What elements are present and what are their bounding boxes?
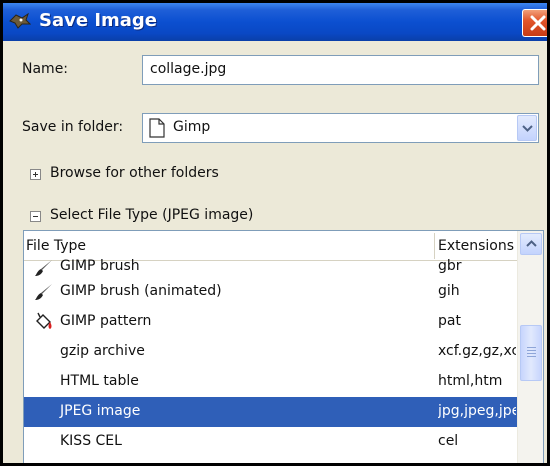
grip-line	[527, 347, 536, 348]
column-header-extensions[interactable]: Extensions	[438, 238, 514, 254]
paintbrush-icon	[34, 282, 54, 302]
file-type-extensions: xcf.gz,gz,xcfgz	[438, 343, 516, 359]
list-item[interactable]: GIMP brush (animated) gih	[24, 277, 517, 307]
scrollbar-thumb[interactable]	[520, 325, 542, 381]
grip-line	[527, 350, 536, 351]
file-type-name: GIMP pattern	[60, 313, 152, 329]
file-type-name: JPEG image	[60, 403, 141, 419]
file-type-extensions: gbr	[438, 258, 462, 274]
column-header-file-type[interactable]: File Type	[26, 238, 86, 254]
file-type-rows: GIMP brush gbr GIMP brush (animated) gih…	[24, 258, 517, 457]
gimp-wilber-icon	[9, 12, 32, 30]
file-type-extensions: pat	[438, 313, 461, 329]
filename-input[interactable]: collage.jpg	[142, 55, 539, 85]
list-item[interactable]: GIMP brush gbr	[24, 258, 517, 278]
folder-icon	[149, 118, 165, 138]
bucket-fill-icon	[34, 312, 54, 332]
folder-dropdown-button[interactable]	[517, 115, 537, 141]
file-type-extensions: cel	[438, 433, 459, 449]
file-type-list[interactable]: File Type Extensions GIMP brush gbr GIMP…	[23, 230, 544, 463]
paintbrush-icon	[34, 258, 54, 278]
select-file-type-expander[interactable]: Select File Type (JPEG image)	[50, 207, 253, 223]
collapse-minus-icon[interactable]	[30, 211, 41, 222]
file-type-name: gzip archive	[60, 343, 145, 359]
save-image-dialog: Save Image Name: collage.jpg Save in fol…	[0, 0, 550, 466]
title-bar[interactable]: Save Image	[3, 3, 547, 41]
folder-value: Gimp	[173, 119, 211, 135]
chevron-up-icon	[526, 240, 537, 247]
browse-other-folders-expander[interactable]: Browse for other folders	[50, 165, 219, 181]
save-in-folder-label: Save in folder:	[22, 119, 124, 135]
column-divider[interactable]	[434, 233, 435, 259]
file-type-extensions: jpg,jpeg,jpe	[438, 403, 516, 419]
list-item[interactable]: KISS CEL cel	[24, 427, 517, 457]
save-in-folder-select[interactable]: Gimp	[142, 113, 539, 143]
file-type-name: GIMP brush	[60, 258, 140, 274]
list-item[interactable]: HTML table html,htm	[24, 367, 517, 397]
file-type-name: HTML table	[60, 373, 139, 389]
window-title: Save Image	[39, 10, 158, 31]
file-type-extensions: gih	[438, 283, 460, 299]
expand-plus-icon[interactable]	[30, 169, 41, 180]
grip-line	[527, 356, 536, 357]
file-type-name: KISS CEL	[60, 433, 122, 449]
close-icon	[530, 15, 546, 31]
list-item-selected[interactable]: JPEG image jpg,jpeg,jpe	[24, 397, 517, 427]
file-type-name: GIMP brush (animated)	[60, 283, 222, 299]
list-header: File Type Extensions	[24, 231, 517, 261]
list-item[interactable]: GIMP pattern pat	[24, 307, 517, 337]
list-item[interactable]: gzip archive xcf.gz,gz,xcfgz	[24, 337, 517, 367]
vertical-scrollbar[interactable]	[517, 231, 543, 463]
close-button[interactable]	[522, 9, 547, 37]
grip-line	[527, 353, 536, 354]
file-type-extensions: html,htm	[438, 373, 503, 389]
chevron-down-icon	[522, 125, 533, 132]
scroll-up-button[interactable]	[520, 233, 542, 255]
name-label: Name:	[22, 61, 69, 77]
